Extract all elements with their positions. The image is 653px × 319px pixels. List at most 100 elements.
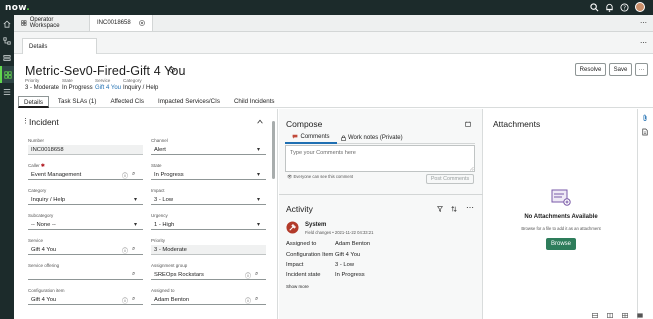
chevron-down-icon: ▾	[134, 222, 138, 228]
meta-service-link[interactable]: Gift 4 You	[95, 84, 121, 92]
visibility-note: 👁 Everyone can see this comment	[287, 174, 354, 179]
impact-select[interactable]: 3 - Low ▾	[151, 195, 266, 205]
search-icon[interactable]: ⌕	[132, 246, 135, 253]
meta-priority: Priority 3 - Moderate	[25, 78, 59, 92]
info-icon[interactable]: ⓘ	[122, 246, 128, 255]
incident-scrollbar[interactable]	[272, 121, 275, 179]
tab-label: Operator Workspace	[29, 17, 60, 29]
search-icon[interactable]: ⌕	[255, 296, 258, 303]
channel-select[interactable]: Alert ▾	[151, 145, 266, 155]
search-icon[interactable]: ⌕	[255, 271, 258, 278]
meta-value: 3 - Moderate	[25, 85, 60, 91]
caller-field[interactable]: Event Management ⓘ ⌕	[28, 170, 143, 180]
activity-section-title: Activity	[286, 204, 313, 214]
rail-tree[interactable]	[0, 32, 14, 49]
more-actions-button[interactable]: ···	[635, 63, 648, 76]
service-offering-label: Service offering	[28, 263, 60, 268]
tab-incident-record[interactable]: INC0018658	[90, 15, 153, 31]
search-icon[interactable]	[590, 2, 599, 12]
home-icon	[3, 20, 11, 28]
list-icon	[3, 88, 11, 95]
assigned-to-field[interactable]: Adam Benton ⓘ ⌕	[151, 295, 266, 305]
left-rail	[0, 15, 14, 319]
tab-child-incidents[interactable]: Child Incidents	[229, 96, 280, 108]
urgency-select[interactable]: 1 - High ▾	[151, 220, 266, 230]
document-icon[interactable]	[642, 128, 648, 136]
meta-value: Inquiry / Help	[123, 85, 159, 91]
no-attachments-title: No Attachments Available	[524, 214, 598, 220]
avatar[interactable]	[635, 2, 645, 12]
comment-textarea[interactable]: Type your Comments here	[285, 145, 475, 172]
subtab-more-button[interactable]: ⋯	[640, 39, 647, 47]
workspace-more-button[interactable]: ⋯	[640, 19, 647, 27]
state-select[interactable]: In Progress ▾	[151, 170, 266, 180]
search-icon[interactable]: ⌕	[132, 296, 135, 303]
template-icon[interactable]	[465, 121, 471, 127]
service-field[interactable]: Gift 4 You ⓘ ⌕	[28, 245, 143, 255]
close-icon[interactable]	[139, 20, 145, 26]
workspace-tabs: Operator Workspace INC0018658 ⋯	[14, 15, 653, 32]
chevron-down-icon: ▾	[257, 147, 261, 153]
meta-service: Service Gift 4 You	[95, 78, 121, 92]
bottom-toolbar	[420, 311, 653, 319]
activity-more-button[interactable]: ⋯	[466, 203, 474, 212]
resolve-button[interactable]: Resolve	[575, 63, 606, 76]
rail-home[interactable]	[0, 15, 14, 32]
incident-section-title: Incident	[29, 117, 59, 127]
priority-field: 3 - Moderate	[151, 245, 266, 255]
rail-list[interactable]	[0, 83, 14, 100]
layout-list-icon[interactable]	[592, 312, 598, 318]
tab-comments[interactable]: Comments	[285, 131, 337, 144]
tab-details[interactable]: Details	[22, 38, 97, 54]
service-offering-field[interactable]: ⌕	[28, 270, 143, 280]
help-icon[interactable]: ?	[620, 2, 629, 12]
meta-category: Category Inquiry / Help	[123, 78, 158, 92]
browse-button[interactable]: Browse	[546, 238, 576, 250]
paperclip-icon[interactable]	[642, 114, 648, 122]
compose-section-title: Compose	[286, 119, 323, 129]
resize-handle-icon[interactable]	[469, 166, 474, 171]
save-button[interactable]: Save	[609, 63, 632, 76]
configuration-item-label: Configuration item	[28, 288, 65, 293]
activity-value: Gift 4 You	[335, 252, 361, 258]
drag-handle-icon[interactable]: ⋮	[22, 117, 29, 125]
tree-icon	[3, 36, 11, 45]
assignment-group-field[interactable]: SREOps Rockstars ⓘ ⌕	[151, 270, 266, 280]
rail-stack[interactable]	[0, 49, 14, 66]
tag-icon[interactable]	[169, 67, 176, 74]
comments-icon	[293, 134, 298, 139]
show-more-link[interactable]: Show more	[286, 284, 309, 289]
tab-details[interactable]: Details	[18, 96, 49, 108]
search-icon[interactable]: ⌕	[132, 171, 135, 178]
info-icon[interactable]: ⓘ	[122, 296, 128, 305]
activity-field: Configuration Item	[286, 252, 334, 258]
tab-task-slas[interactable]: Task SLAs (1)	[53, 96, 102, 108]
meta-state: State In Progress	[62, 78, 93, 92]
subcategory-select[interactable]: -- None -- ▾	[28, 220, 143, 230]
chevron-down-icon: ▾	[257, 197, 261, 203]
tab-operator-workspace[interactable]: Operator Workspace	[14, 15, 90, 31]
service-label: Service	[28, 238, 44, 243]
configuration-item-field[interactable]: Gift 4 You ⓘ ⌕	[28, 295, 143, 305]
info-icon[interactable]: ⓘ	[245, 271, 251, 280]
system-avatar-icon	[286, 221, 299, 234]
layout-split-icon[interactable]	[607, 312, 613, 318]
tab-affected-cis[interactable]: Affected CIs	[105, 96, 149, 108]
sort-icon[interactable]	[451, 206, 457, 212]
tab-impacted-services[interactable]: Impacted Services/CIs	[153, 96, 225, 108]
divider	[279, 194, 483, 195]
chevron-up-icon[interactable]	[257, 119, 263, 124]
info-icon[interactable]: ⓘ	[122, 171, 128, 180]
category-select[interactable]: Inquiry / Help ▾	[28, 195, 143, 205]
layout-grid-icon[interactable]	[622, 312, 628, 318]
post-comments-button[interactable]: Post Comments	[426, 174, 474, 184]
number-field[interactable]: INC0018658	[28, 145, 143, 155]
filter-icon[interactable]	[437, 206, 443, 212]
rail-workspace[interactable]	[0, 66, 14, 83]
layout-full-icon[interactable]	[637, 312, 643, 318]
tab-work-notes[interactable]: Work notes (Private)	[337, 131, 407, 144]
bell-icon[interactable]	[605, 3, 614, 12]
search-icon[interactable]: ⌕	[132, 271, 135, 278]
now-logo[interactable]: now.	[5, 3, 30, 13]
info-icon[interactable]: ⓘ	[245, 296, 251, 305]
